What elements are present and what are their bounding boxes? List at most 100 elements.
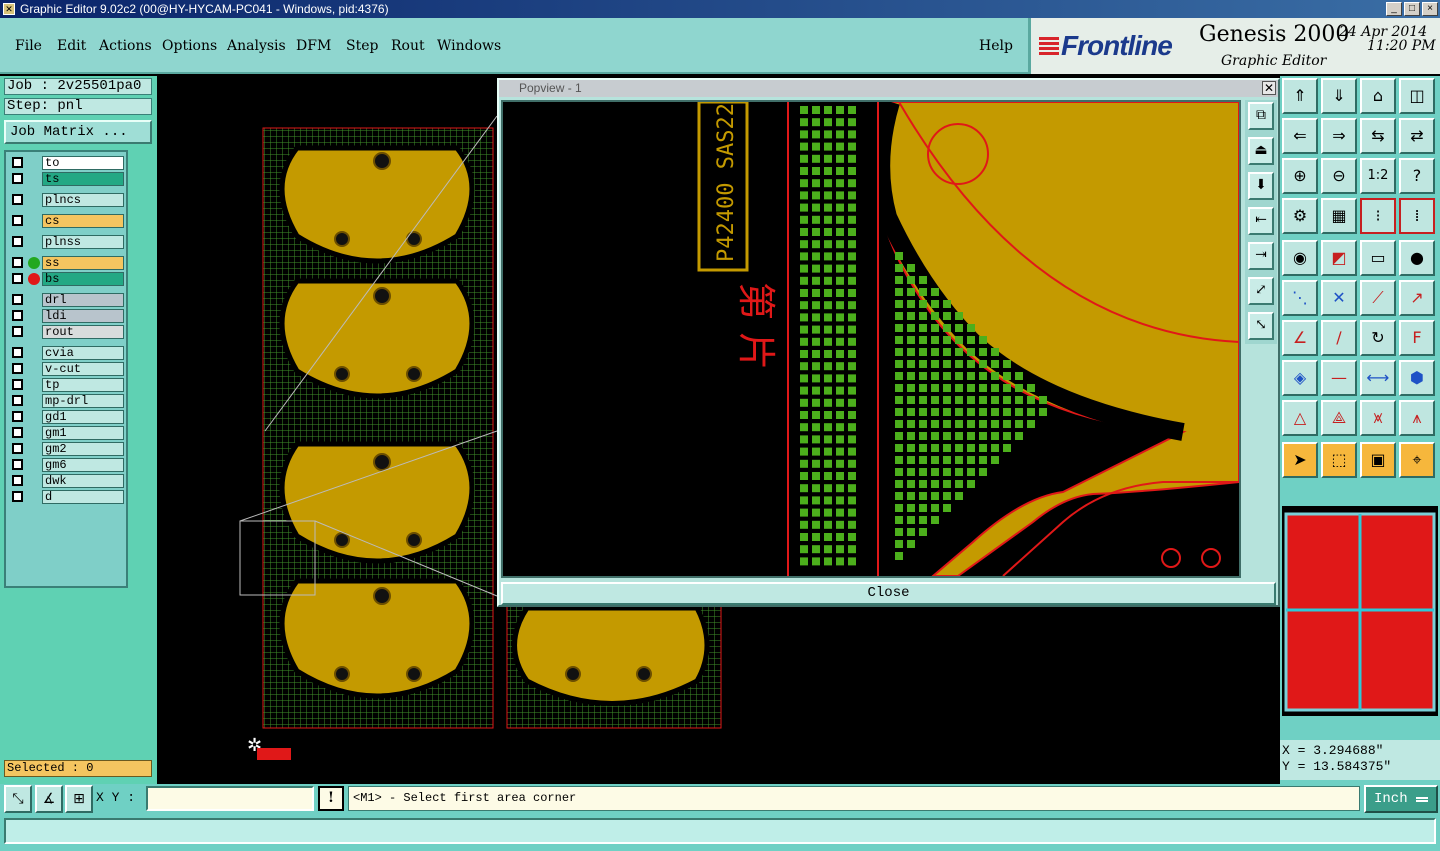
tool-zoom-out-icon[interactable]: ⊖ (1321, 158, 1357, 194)
tool-left-icon[interactable]: ⇐ (1282, 118, 1318, 154)
layer-row-to[interactable]: to (8, 156, 126, 170)
tool-ruler-icon[interactable]: ▭ (1360, 240, 1396, 276)
maximize-button[interactable]: □ (1404, 2, 1420, 16)
layer-checkbox[interactable] (12, 157, 23, 168)
tool-snap-icon[interactable]: ⁝ (1360, 198, 1396, 234)
layer-row-ss[interactable]: ss (8, 256, 126, 270)
menu-rout[interactable]: Rout (391, 38, 425, 54)
layer-checkbox[interactable] (12, 310, 23, 321)
layer-checkbox[interactable] (12, 459, 23, 470)
layer-row-bs[interactable]: bs (8, 272, 126, 286)
tool-select-icon[interactable]: ➤ (1282, 442, 1318, 478)
popview-tool-up-icon[interactable]: ⏏ (1248, 137, 1274, 165)
layer-checkbox[interactable] (12, 427, 23, 438)
layer-checkbox[interactable] (12, 173, 23, 184)
measure-angle-icon[interactable]: ∡ (35, 785, 63, 813)
tool-fill-icon[interactable]: ◩ (1321, 240, 1357, 276)
tool-measure-icon[interactable]: ⟷ (1360, 360, 1396, 396)
layer-checkbox[interactable] (12, 379, 23, 390)
popview-tool-zoom-out-icon[interactable]: ⤡ (1248, 312, 1274, 340)
tool-slash-icon[interactable]: ∕ (1321, 320, 1357, 356)
tool-minus-icon[interactable]: — (1321, 360, 1357, 396)
popview-tool-zoom-home-icon[interactable]: ⧉ (1248, 102, 1274, 130)
tool-net-icon[interactable]: ⋱ (1282, 280, 1318, 316)
popview-tool-left-icon[interactable]: ⇤ (1248, 207, 1274, 235)
layer-checkbox[interactable] (12, 273, 23, 284)
menu-step[interactable]: Step (346, 38, 378, 54)
menu-edit[interactable]: Edit (57, 38, 86, 54)
popview-close-button[interactable]: Close (501, 582, 1276, 605)
job-matrix-button[interactable]: Job Matrix ... (4, 120, 152, 144)
unit-selector[interactable]: Inch (1364, 785, 1438, 813)
menu-file[interactable]: File (15, 38, 42, 54)
layer-checkbox[interactable] (12, 257, 23, 268)
layer-checkbox[interactable] (12, 194, 23, 205)
layer-row-cvia[interactable]: cvia (8, 346, 126, 360)
tool-snap2-icon[interactable]: ⁞ (1399, 198, 1435, 234)
menu-analysis[interactable]: Analysis (227, 38, 286, 54)
overview-map[interactable] (1282, 506, 1438, 716)
layer-row-tp[interactable]: tp (8, 378, 126, 392)
tool-up-icon[interactable]: ⇑ (1282, 78, 1318, 114)
layer-row-gm1[interactable]: gm1 (8, 426, 126, 440)
tool-select-point-icon[interactable]: ▣ (1360, 442, 1396, 478)
tool-cross-icon[interactable]: ✕ (1321, 280, 1357, 316)
tool-shapes-icon[interactable]: ⬢ (1399, 360, 1435, 396)
tool-right-icon[interactable]: ⇒ (1321, 118, 1357, 154)
layer-checkbox[interactable] (12, 443, 23, 454)
layer-row-mp-drl[interactable]: mp-drl (8, 394, 126, 408)
tool-scale-icon[interactable]: 1:2 (1360, 158, 1396, 194)
popview-tool-right-icon[interactable]: ⇥ (1248, 242, 1274, 270)
tool-triangle-icon[interactable]: △ (1282, 400, 1318, 436)
tool-select-box-icon[interactable]: ⬚ (1321, 442, 1357, 478)
tool-move-icon[interactable]: ◈ (1282, 360, 1318, 396)
menu-actions[interactable]: Actions (99, 38, 152, 54)
layer-row-d[interactable]: d (8, 490, 126, 504)
layer-checkbox[interactable] (12, 395, 23, 406)
tool-swap-icon[interactable]: ⇆ (1360, 118, 1396, 154)
layer-checkbox[interactable] (12, 215, 23, 226)
command-input[interactable] (4, 818, 1436, 844)
tool-arc-icon[interactable]: ↻ (1360, 320, 1396, 356)
layer-row-ldi[interactable]: ldi (8, 309, 126, 323)
tool-step-icon[interactable]: ⇄ (1399, 118, 1435, 154)
layer-checkbox[interactable] (12, 347, 23, 358)
menu-dfm[interactable]: DFM (296, 38, 331, 54)
tool-arch-icon[interactable]: ⩙ (1360, 400, 1396, 436)
layer-checkbox[interactable] (12, 236, 23, 247)
tool-grid-icon[interactable]: ▦ (1321, 198, 1357, 234)
layer-checkbox[interactable] (12, 363, 23, 374)
layer-row-v-cut[interactable]: v-cut (8, 362, 126, 376)
layer-row-ts[interactable]: ts (8, 172, 126, 186)
tool-line-icon[interactable]: ⟋ (1360, 280, 1396, 316)
layer-row-gm6[interactable]: gm6 (8, 458, 126, 472)
minimize-button[interactable]: _ (1386, 2, 1402, 16)
tool-feature-icon[interactable]: ◉ (1282, 240, 1318, 276)
popview-close-icon[interactable]: ✕ (1262, 81, 1276, 95)
layer-row-gm2[interactable]: gm2 (8, 442, 126, 456)
menu-options[interactable]: Options (162, 38, 217, 54)
tool-triangle2-icon[interactable]: ⟁ (1321, 400, 1357, 436)
layer-row-rout[interactable]: rout (8, 325, 126, 339)
tool-window-icon[interactable]: ◫ (1399, 78, 1435, 114)
xy-input[interactable] (146, 786, 314, 811)
layer-checkbox[interactable] (12, 475, 23, 486)
layer-checkbox[interactable] (12, 411, 23, 422)
popview-tool-zoom-in-icon[interactable]: ⤢ (1248, 277, 1274, 305)
popview-tool-down-icon[interactable]: ⬇ (1248, 172, 1274, 200)
layer-checkbox[interactable] (12, 491, 23, 502)
layer-row-cs[interactable]: cs (8, 214, 126, 228)
menu-windows[interactable]: Windows (437, 38, 501, 54)
layer-row-plncs[interactable]: plncs (8, 193, 126, 207)
tool-down-icon[interactable]: ⇓ (1321, 78, 1357, 114)
tool-pad-icon[interactable]: ● (1399, 240, 1435, 276)
tool-zoom-in-icon[interactable]: ⊕ (1282, 158, 1318, 194)
alert-button[interactable]: ! (318, 786, 344, 811)
tool-home-icon[interactable]: ⌂ (1360, 78, 1396, 114)
layer-checkbox[interactable] (12, 294, 23, 305)
layer-row-drl[interactable]: drl (8, 293, 126, 307)
tool-text-icon[interactable]: F (1399, 320, 1435, 356)
snap-grid-icon[interactable]: ⊞ (65, 785, 93, 813)
tool-help-icon[interactable]: ? (1399, 158, 1435, 194)
menu-help[interactable]: Help (979, 38, 1013, 54)
